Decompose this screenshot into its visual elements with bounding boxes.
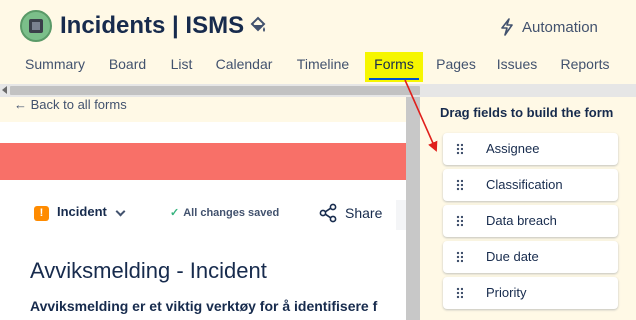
tab-summary[interactable]: Summary — [18, 52, 92, 82]
field-item-due-date[interactable]: Due date — [443, 241, 618, 273]
vertical-scrollbar[interactable] — [406, 97, 420, 320]
project-avatar-icon[interactable] — [20, 10, 52, 42]
toolbar-overflow-edge — [396, 200, 406, 230]
project-tabs: Summary Board List Calendar Timeline For… — [0, 52, 636, 82]
tab-calendar[interactable]: Calendar — [210, 52, 278, 82]
field-label: Due date — [486, 249, 539, 264]
horizontal-scrollbar[interactable] — [0, 84, 636, 97]
scroll-left-arrow-icon[interactable] — [2, 86, 7, 94]
field-label: Classification — [486, 177, 563, 192]
tab-pages[interactable]: Pages — [432, 52, 480, 82]
automation-label: Automation — [522, 18, 598, 36]
field-item-priority[interactable]: Priority — [443, 277, 618, 309]
form-description[interactable]: Avviksmelding er et viktig verktøy for å… — [30, 298, 406, 314]
field-item-classification[interactable]: Classification — [443, 169, 618, 201]
drag-handle-icon[interactable] — [456, 251, 463, 263]
tab-forms[interactable]: Forms — [365, 52, 423, 82]
scrollbar-thumb[interactable] — [10, 86, 420, 95]
drag-handle-icon[interactable] — [456, 143, 463, 155]
project-avatar-shape-inner — [32, 22, 40, 30]
automation-button[interactable]: Automation — [500, 14, 598, 40]
tab-board[interactable]: Board — [101, 52, 154, 82]
drag-handle-icon[interactable] — [456, 179, 463, 191]
lightning-icon — [501, 18, 513, 36]
checkmark-icon: ✓ — [170, 207, 180, 219]
form-title[interactable]: Avviksmelding - Incident — [30, 258, 267, 284]
field-item-assignee[interactable]: Assignee — [443, 133, 618, 165]
field-label: Priority — [486, 285, 527, 300]
tab-timeline[interactable]: Timeline — [290, 52, 356, 82]
incident-type-icon: ! — [34, 206, 49, 221]
field-label: Assignee — [486, 141, 540, 156]
form-canvas: ! Incident ✓ All changes saved Share Avvi… — [0, 122, 406, 320]
project-header: Incidents | ISMS Automation — [0, 0, 636, 52]
field-label: Data breach — [486, 213, 557, 228]
chevron-down-icon[interactable] — [115, 206, 126, 217]
fields-panel-title: Drag fields to build the form — [440, 105, 614, 120]
drag-handle-icon[interactable] — [456, 287, 463, 299]
issue-type-select[interactable]: Incident — [57, 204, 107, 219]
paint-bucket-icon[interactable] — [249, 15, 267, 35]
back-to-forms-link[interactable]: ← Back to all forms — [14, 97, 127, 112]
project-title: Incidents | ISMS — [60, 12, 245, 39]
form-toolbar: ! Incident ✓ All changes saved Share — [0, 200, 406, 230]
save-status: ✓ All changes saved — [170, 206, 279, 219]
tab-issues[interactable]: Issues — [492, 52, 542, 82]
save-status-text: All changes saved — [183, 207, 280, 219]
share-icon — [319, 203, 337, 223]
tab-list[interactable]: List — [165, 52, 198, 82]
tab-reports[interactable]: Reports — [555, 52, 615, 82]
form-banner — [0, 143, 406, 180]
share-button[interactable]: Share — [318, 203, 382, 223]
field-item-data-breach[interactable]: Data breach — [443, 205, 618, 237]
drag-handle-icon[interactable] — [456, 215, 463, 227]
share-label: Share — [345, 205, 383, 221]
